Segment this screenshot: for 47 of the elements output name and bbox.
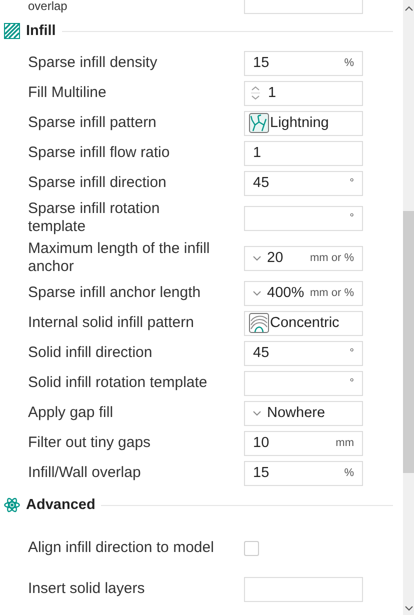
input-field[interactable]: 1 [244,140,363,166]
atom-icon [4,497,20,513]
pattern-dropdown[interactable]: Concentric [244,310,363,336]
chevron-down-icon [253,256,261,260]
combo-field[interactable]: 20 mm or % [244,246,363,270]
branch-pattern-icon [249,113,269,133]
chevron-down-icon [253,410,261,416]
setting-label: Maximum length of the infill anchor [28,239,211,277]
combo-field[interactable]: Nowhere [244,400,363,426]
section-title: Advanced [26,497,96,513]
setting-label: Sparse infill anchor length [28,283,202,303]
setting-label: Internal solid infill pattern [28,313,195,333]
setting-label: Solid infill direction [28,343,154,363]
setting-label: Sparse infill direction [28,173,168,193]
setting-label: Sparse infill flow ratio [28,143,171,163]
chevron-down-icon [253,290,261,296]
contour-pattern-icon [249,313,269,333]
spinner-icon[interactable] [251,84,260,102]
checkbox[interactable] [244,540,259,556]
input-field[interactable]: 10 mm [244,430,363,456]
input-field[interactable]: ° [244,370,363,396]
pattern-dropdown[interactable]: Lightning [244,110,363,136]
input-field[interactable]: 15 % [244,50,363,76]
input-field[interactable]: ° [244,206,363,230]
scrollbar[interactable] [403,0,414,615]
input-field[interactable] [244,576,363,602]
setting-label: Insert solid layers [28,579,146,599]
setting-label: Infill/Wall overlap [28,463,142,483]
setting-label: Align infill direction to model [28,538,214,558]
section-title: Infill [26,23,56,39]
input-field[interactable]: 45 ° [244,340,363,366]
scroll-up-icon[interactable] [404,6,412,11]
setting-label: Filter out tiny gaps [28,433,152,453]
setting-label: overlap [28,0,68,14]
setting-label: Sparse infill rotation template [28,199,161,237]
scroll-down-icon[interactable] [404,606,412,611]
combo-field[interactable]: 400% mm or % [244,280,363,306]
setting-label: Apply gap fill [28,403,114,423]
setting-label: Sparse infill pattern [28,113,158,133]
setting-label: Sparse infill density [28,53,158,73]
scroll-thumb[interactable] [403,211,414,473]
input-field[interactable]: 45 ° [244,170,363,196]
hatch-icon [4,23,20,39]
setting-label: Solid infill rotation template [28,373,208,393]
setting-label: Fill Multiline [28,83,108,103]
spin-field[interactable]: 1 [244,80,363,106]
input-field[interactable]: 15 % [244,460,363,486]
